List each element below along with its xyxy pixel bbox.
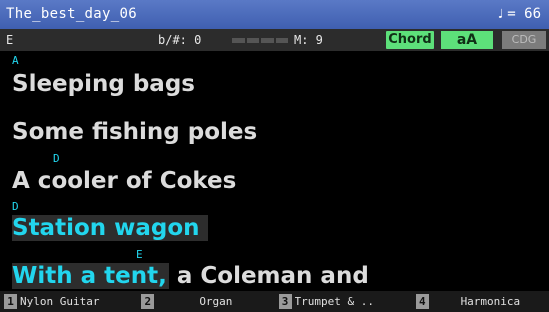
title-bar: The_best_day_06 ♩ = 66	[0, 0, 549, 29]
chord-symbol: E	[136, 248, 143, 261]
track-4[interactable]: 4 Harmonica	[412, 291, 549, 312]
tempo-display[interactable]: ♩ = 66	[496, 6, 541, 22]
measure-indicator: M: 9	[294, 33, 323, 47]
track-number: 3	[278, 294, 292, 309]
cdg-button[interactable]: CDG	[502, 31, 546, 49]
current-lyric-line: Station wagon	[12, 215, 208, 241]
song-title: The_best_day_06	[6, 6, 137, 22]
lyrics-area: A Sleeping bags Some fishing poles D A c…	[0, 51, 549, 291]
track-number: 2	[141, 294, 155, 309]
chord-symbol: A	[12, 54, 19, 67]
chord-symbol: D	[12, 200, 19, 213]
tempo-value: = 66	[507, 6, 541, 22]
font-size-button[interactable]: aA	[441, 31, 493, 49]
track-name: Trumpet & ..	[294, 295, 374, 308]
beat-meter	[232, 38, 288, 43]
track-3[interactable]: 3 Trumpet & ..	[275, 291, 412, 312]
highlighted-lyric: Station wagon	[12, 215, 208, 241]
lyric-line: With a tent, a Coleman and	[12, 263, 369, 289]
flat-sharp-indicator: b/#: 0	[158, 33, 202, 47]
track-name: Harmonica	[460, 295, 521, 308]
chord-button[interactable]: Chord	[386, 31, 434, 49]
track-number: 4	[415, 294, 429, 309]
track-name: Organ	[199, 295, 233, 308]
lyric-line: Sleeping bags	[12, 71, 195, 97]
track-bar: 1 Nylon Guitar 2 Organ 3 Trumpet & .. 4 …	[0, 291, 549, 312]
key-indicator: E	[6, 33, 14, 47]
highlighted-lyric: With a tent,	[12, 263, 169, 289]
lyric-line: A cooler of Cokes	[12, 168, 237, 194]
chord-symbol: D	[53, 152, 60, 165]
lyric-line: Some fishing poles	[12, 119, 258, 145]
quarter-note-icon: ♩	[496, 7, 505, 22]
track-1[interactable]: 1 Nylon Guitar	[0, 291, 137, 312]
track-2[interactable]: 2 Organ	[137, 291, 274, 312]
status-bar: E b/#: 0 M: 9 Chord aA CDG	[0, 29, 549, 51]
track-number: 1	[4, 294, 17, 309]
track-name: Nylon Guitar	[20, 295, 100, 308]
lyric-text: a Coleman and	[168, 263, 369, 289]
